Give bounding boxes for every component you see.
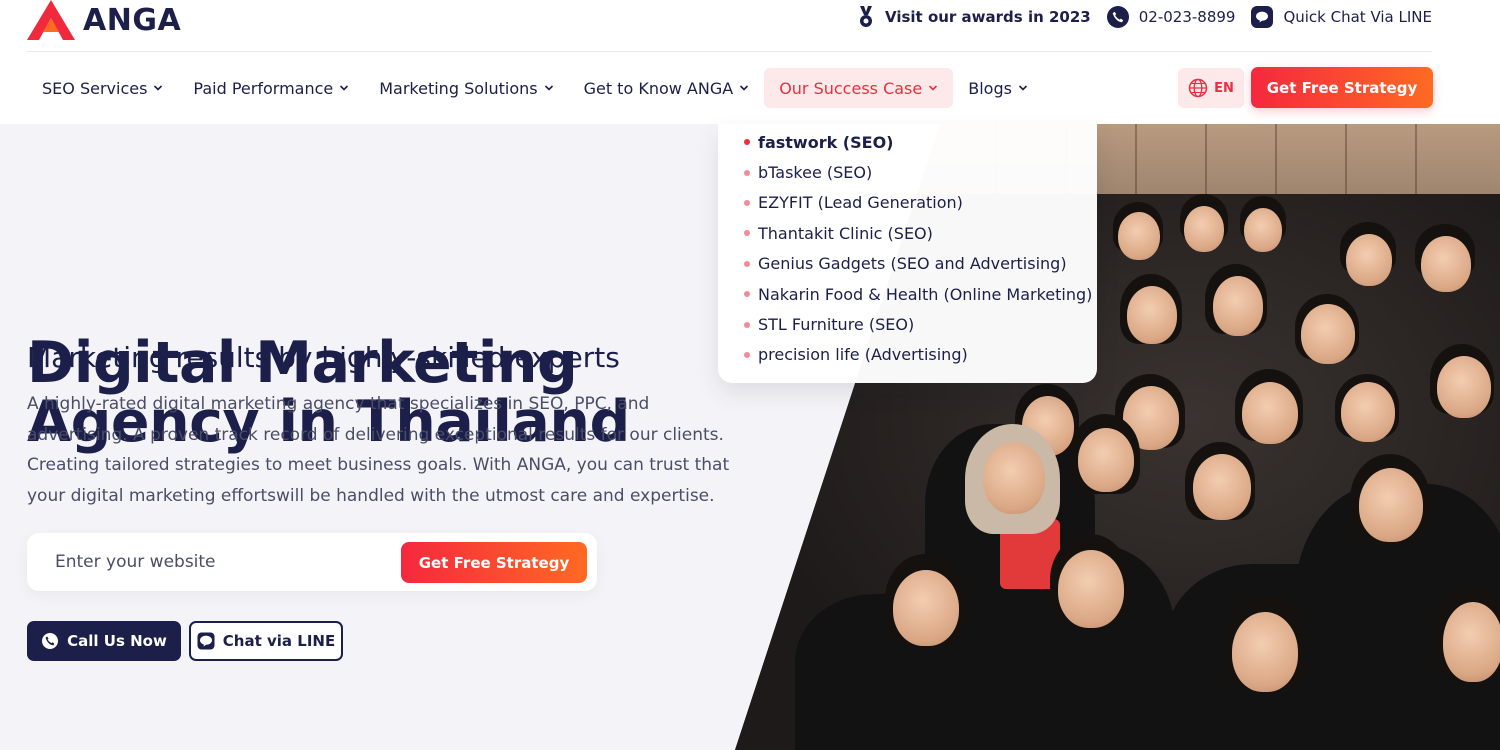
chat-via-line-button[interactable]: Chat via LINE (189, 621, 343, 661)
chevron-down-icon (154, 85, 163, 91)
chat-via-line-label: Chat via LINE (222, 632, 336, 650)
awards-link[interactable]: Visit our awards in 2023 (857, 6, 1091, 28)
award-ribbon-icon (860, 6, 872, 27)
dropdown-item-genius-gadgets[interactable]: Genius Gadgets (SEO and Advertising) (718, 249, 1097, 279)
nav-label: Our Success Case (779, 78, 923, 98)
hero-subtitle: Marketing results by highly-skilled expe… (27, 341, 620, 374)
nav-label: Marketing Solutions (379, 78, 538, 98)
phone-link[interactable]: 02-023-8899 (1106, 6, 1236, 28)
nav-get-to-know-anga[interactable]: Get to Know ANGA (569, 68, 765, 108)
nav-paid-performance[interactable]: Paid Performance (178, 68, 364, 108)
dropdown-item-label: fastwork (SEO) (758, 132, 894, 152)
dropdown-item-btaskee[interactable]: bTaskee (SEO) (718, 157, 1097, 187)
nav-marketing-solutions[interactable]: Marketing Solutions (364, 68, 568, 108)
bullet-dot (744, 291, 750, 298)
language-code: EN (1214, 80, 1234, 96)
nav-label: SEO Services (42, 78, 148, 98)
nav-our-success-case[interactable]: Our Success Case (764, 68, 954, 108)
awards-label: Visit our awards in 2023 (885, 8, 1091, 26)
bullet-dot (744, 230, 750, 237)
anga-logo[interactable]: ANGA (27, 0, 181, 40)
call-us-now-button[interactable]: Call Us Now (27, 621, 181, 661)
chevron-down-icon (740, 85, 749, 91)
line-chat-icon (197, 632, 215, 650)
main-nav: SEO Services Paid Performance Marketing … (27, 68, 1043, 108)
dropdown-item-label: Nakarin Food & Health (Online Marketing) (758, 284, 1093, 304)
header-divider (27, 51, 1432, 52)
dropdown-item-label: Genius Gadgets (SEO and Advertising) (758, 254, 1067, 274)
nav-label: Blogs (968, 78, 1012, 98)
bullet-dot (744, 199, 750, 206)
brand-name: ANGA (83, 2, 182, 38)
nav-label: Paid Performance (193, 78, 334, 98)
globe-icon (1188, 78, 1208, 98)
chevron-down-icon (340, 85, 349, 91)
bullet-dot (744, 321, 750, 328)
website-search-form: Get Free Strategy (27, 533, 597, 591)
dropdown-item-ezyfit[interactable]: EZYFIT (Lead Generation) (718, 188, 1097, 218)
dropdown-item-nakarin-food[interactable]: Nakarin Food & Health (Online Marketing) (718, 279, 1097, 309)
dropdown-item-label: precision life (Advertising) (758, 345, 968, 365)
bullet-dot (744, 139, 750, 146)
search-get-free-strategy-button[interactable]: Get Free Strategy (401, 542, 587, 583)
phone-number: 02-023-8899 (1138, 8, 1236, 26)
success-case-dropdown: fastwork (SEO) bTaskee (SEO) EZYFIT (Lea… (718, 124, 1097, 383)
language-switcher[interactable]: EN (1178, 68, 1244, 108)
hero-description: A highly-rated digital marketing agency … (27, 394, 730, 506)
dropdown-item-label: STL Furniture (SEO) (758, 315, 915, 335)
bullet-dot (744, 169, 750, 176)
call-us-now-label: Call Us Now (67, 632, 167, 650)
chevron-down-icon (544, 85, 553, 91)
get-free-strategy-button[interactable]: Get Free Strategy (1251, 67, 1433, 108)
website-input[interactable] (55, 533, 395, 591)
chevron-down-icon (929, 85, 938, 91)
top-contact-bar: Visit our awards in 2023 02-023-8899 Qui… (857, 6, 1432, 28)
phone-icon (42, 633, 59, 649)
dropdown-item-thantakit-clinic[interactable]: Thantakit Clinic (SEO) (718, 218, 1097, 248)
line-chat-link[interactable]: Quick Chat Via LINE (1251, 6, 1432, 28)
dropdown-item-fastwork[interactable]: fastwork (SEO) (718, 127, 1097, 157)
phone-icon (1106, 6, 1129, 28)
anga-logo-icon (27, 0, 75, 40)
dropdown-item-label: bTaskee (SEO) (758, 163, 873, 183)
line-chat-icon (1251, 6, 1274, 28)
bullet-dot (744, 260, 750, 267)
line-chat-label: Quick Chat Via LINE (1283, 8, 1432, 26)
dropdown-item-stl-furniture[interactable]: STL Furniture (SEO) (718, 309, 1097, 339)
dropdown-item-precision-life[interactable]: precision life (Advertising) (718, 340, 1097, 370)
nav-seo-services[interactable]: SEO Services (27, 68, 178, 108)
chevron-down-icon (1018, 85, 1028, 91)
dropdown-item-label: EZYFIT (Lead Generation) (758, 193, 963, 213)
dropdown-item-label: Thantakit Clinic (SEO) (758, 223, 933, 243)
bullet-dot (744, 351, 750, 358)
nav-label: Get to Know ANGA (583, 78, 734, 98)
nav-blogs[interactable]: Blogs (953, 68, 1043, 108)
top-bar: ANGA Visit our awards in 2023 02-023-889… (0, 0, 1500, 52)
